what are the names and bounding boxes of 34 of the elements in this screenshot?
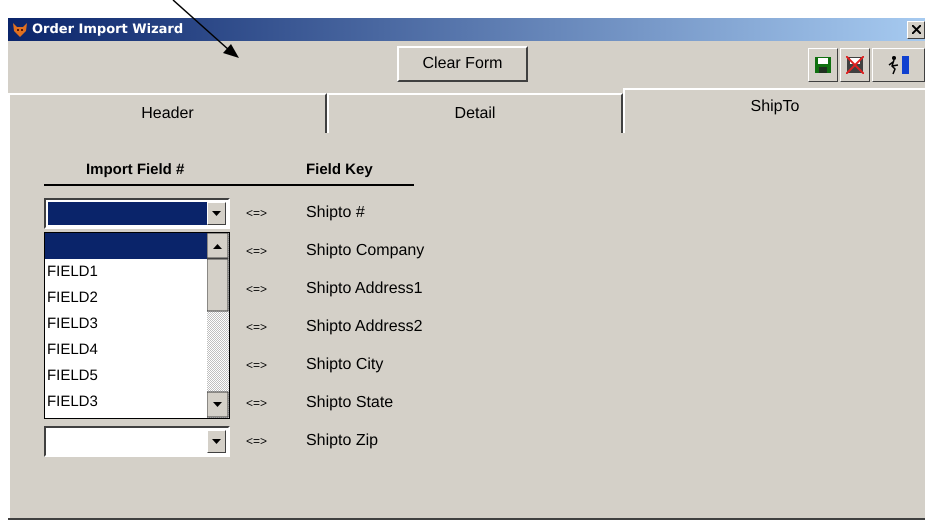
exit-door-icon bbox=[886, 54, 910, 74]
clear-form-button[interactable]: Clear Form bbox=[397, 46, 528, 82]
field-key-label: Shipto Zip bbox=[306, 432, 380, 450]
dropdown-arrow-icon bbox=[212, 210, 221, 216]
field-dropdown[interactable] bbox=[44, 426, 230, 456]
window-title: Order Import Wizard bbox=[32, 22, 184, 37]
column-header: Import Field # bbox=[85, 161, 186, 178]
mapping-separator: <=> bbox=[245, 282, 268, 296]
mapping-separator: <=> bbox=[245, 358, 268, 372]
mapping-separator: <=> bbox=[245, 396, 268, 410]
dropdown-arrow-icon bbox=[212, 438, 221, 444]
field-key-label: Shipto Address2 bbox=[306, 318, 424, 336]
fox-icon bbox=[12, 22, 28, 38]
cancel-button[interactable] bbox=[840, 48, 870, 82]
exit-button[interactable] bbox=[872, 48, 925, 82]
tab[interactable]: Header bbox=[8, 93, 327, 133]
tab[interactable]: ShipTo bbox=[623, 88, 925, 133]
column-header: Field Key bbox=[306, 161, 374, 178]
close-button[interactable] bbox=[907, 20, 925, 38]
field-key-label: Shipto State bbox=[306, 394, 394, 412]
mapping-separator: <=> bbox=[245, 320, 268, 334]
field-key-label: Shipto Address1 bbox=[306, 280, 424, 298]
save-button[interactable] bbox=[808, 48, 838, 82]
crossed-floppy-icon bbox=[846, 56, 864, 74]
scrollbar[interactable] bbox=[207, 233, 229, 418]
close-icon bbox=[912, 25, 920, 34]
mapping-separator: <=> bbox=[245, 244, 268, 258]
mapping-separator: <=> bbox=[245, 434, 268, 448]
field-key-label: Shipto City bbox=[306, 356, 384, 374]
tab[interactable]: Detail bbox=[327, 93, 623, 133]
field-key-label: Shipto Company bbox=[306, 242, 426, 260]
field-key-label: Shipto # bbox=[306, 204, 366, 222]
mapping-separator: <=> bbox=[245, 206, 268, 220]
field-dropdown[interactable] bbox=[44, 198, 230, 228]
